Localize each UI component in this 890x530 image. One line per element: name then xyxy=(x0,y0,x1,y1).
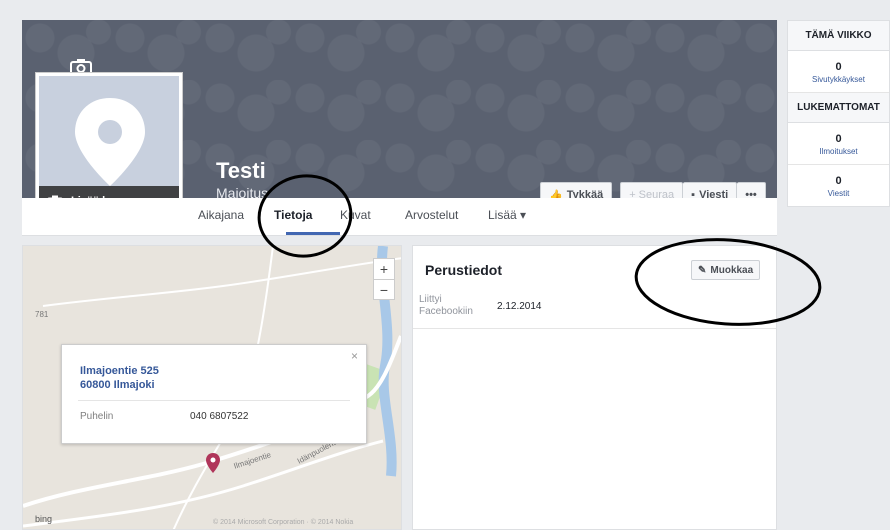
map-marker-icon[interactable] xyxy=(205,452,221,474)
edit-label: Muokkaa xyxy=(710,264,754,276)
stat-label[interactable]: Viestit xyxy=(788,189,889,198)
divider xyxy=(78,400,350,401)
this-week-header: TÄMÄ VIIKKO xyxy=(788,21,889,51)
tab-reviews[interactable]: Arvostelut xyxy=(405,208,458,222)
tab-about[interactable]: Tietoja xyxy=(274,208,312,222)
location-map[interactable]: + − 781 Ilmajoentie Idänpuolentie × Ilma… xyxy=(22,245,402,530)
joined-label: Liittyi Facebookiin xyxy=(419,294,473,317)
address-line-1[interactable]: Ilmajoentie 525 xyxy=(80,365,159,377)
zoom-out-button[interactable]: − xyxy=(374,279,394,299)
page-likes-stat[interactable]: 0 Sivutykkäykset xyxy=(788,51,889,93)
tab-more[interactable]: Lisää ▾ xyxy=(488,208,526,222)
tab-photos[interactable]: Kuvat xyxy=(340,208,371,222)
pencil-icon: ✎ xyxy=(698,264,707,276)
profile-placeholder: Lisää kuva xyxy=(39,76,179,216)
page-tabs: Aikajana Tietoja Kuvat Arvostelut Lisää … xyxy=(22,198,777,236)
page-title: Testi xyxy=(216,158,266,183)
bing-logo: bing xyxy=(35,514,53,524)
address-line-2[interactable]: 60800 Ilmajoki xyxy=(80,379,155,391)
map-zoom-controls: + − xyxy=(373,258,395,300)
section-title: Perustiedot xyxy=(425,262,503,278)
map-info-popup: × Ilmajoentie 525 60800 Ilmajoki Puhelin… xyxy=(61,344,367,444)
active-tab-indicator xyxy=(286,232,340,235)
divider xyxy=(413,328,776,329)
messages-stat[interactable]: 0 Viestit xyxy=(788,165,889,206)
location-pin-icon xyxy=(75,98,145,186)
phone-label: Puhelin xyxy=(80,411,114,422)
stat-count: 0 xyxy=(835,61,842,73)
stat-count: 0 xyxy=(835,133,842,145)
road-number-label: 781 xyxy=(35,310,49,319)
facebook-page: Testi Majoitus 👍 Tykkää + Seuraa ▪ Viest… xyxy=(0,0,890,530)
zoom-in-button[interactable]: + xyxy=(374,259,394,279)
stat-count: 0 xyxy=(835,175,842,187)
tab-timeline[interactable]: Aikajana xyxy=(198,208,244,222)
edit-button[interactable]: ✎ Muokkaa xyxy=(691,260,761,280)
insights-sidebar: TÄMÄ VIIKKO 0 Sivutykkäykset LUKEMATTOMA… xyxy=(787,20,890,207)
map-copyright: © 2014 Microsoft Corporation · © 2014 No… xyxy=(213,519,354,526)
close-icon[interactable]: × xyxy=(351,349,358,363)
unread-header: LUKEMATTOMAT xyxy=(788,93,889,123)
stat-label[interactable]: Sivutykkäykset xyxy=(788,75,889,84)
joined-value: 2.12.2014 xyxy=(497,301,542,312)
phone-value: 040 6807522 xyxy=(190,411,249,422)
basic-info-panel: Perustiedot ✎ Muokkaa Liittyi Facebookii… xyxy=(412,245,777,530)
stat-label[interactable]: Ilmoitukset xyxy=(788,147,889,156)
notifications-stat[interactable]: 0 Ilmoitukset xyxy=(788,123,889,165)
